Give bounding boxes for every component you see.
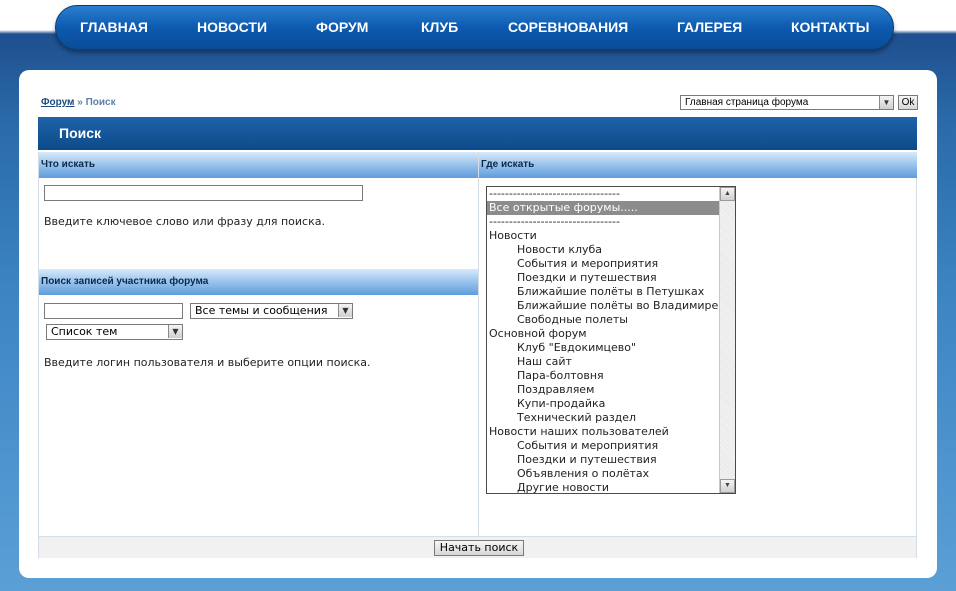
start-search-button[interactable]: Начать поиск <box>434 540 524 556</box>
forum-list-item[interactable]: События и мероприятия <box>487 257 735 271</box>
forum-list-item[interactable]: Поездки и путешествия <box>487 453 735 467</box>
member-search-header: Поиск записей участника форума <box>39 269 478 295</box>
chevron-down-icon[interactable]: ▼ <box>338 304 352 317</box>
where-to-search-header: Где искать <box>479 152 917 178</box>
nav-item-competitions[interactable]: СОРЕВНОВАНИЯ <box>508 19 628 35</box>
member-hint: Введите логин пользователя и выберите оп… <box>44 356 371 369</box>
forum-list-item[interactable]: Основной форум <box>487 327 735 341</box>
jump-ok-button[interactable]: Ok <box>898 95 918 110</box>
forum-list-item[interactable]: Новости <box>487 229 735 243</box>
forum-list: --------------------------------- Все отк… <box>487 187 735 493</box>
forum-list-item[interactable]: --------------------------------- <box>487 215 735 229</box>
forum-list-item[interactable]: Клуб "Евдокимцево" <box>487 341 735 355</box>
main-panel: Форум » Поиск Главная страница форума ▼ … <box>19 70 937 578</box>
forum-list-item[interactable]: Новости наших пользователей <box>487 425 735 439</box>
chevron-down-icon[interactable]: ▼ <box>879 96 893 109</box>
nav-item-home[interactable]: ГЛАВНАЯ <box>80 19 148 35</box>
post-scope-selected: Все темы и сообщения <box>195 304 328 317</box>
form-footer: Начать поиск <box>39 536 916 558</box>
forum-list-item[interactable]: --------------------------------- <box>487 187 735 201</box>
forum-list-item[interactable]: Купи-продайка <box>487 397 735 411</box>
forum-list-item[interactable]: Все открытые форумы..... <box>487 201 719 215</box>
page-title: Поиск <box>38 117 917 150</box>
post-scope-select[interactable]: Все темы и сообщения ▼ <box>190 303 353 319</box>
nav-item-news[interactable]: НОВОСТИ <box>197 19 267 35</box>
breadcrumb-forum-link[interactable]: Форум <box>41 97 74 108</box>
forum-list-item[interactable]: Свободные полеты <box>487 313 735 327</box>
forum-list-item[interactable]: Другие новости <box>487 481 735 493</box>
forum-list-item[interactable]: Пара-болтовня <box>487 369 735 383</box>
right-column: Где искать -----------------------------… <box>478 152 917 536</box>
forum-jump-selected: Главная страница форума <box>685 97 809 108</box>
forum-list-item[interactable]: Технический раздел <box>487 411 735 425</box>
breadcrumb-current: Поиск <box>85 97 116 108</box>
breadcrumb: Форум » Поиск <box>41 97 116 108</box>
username-input[interactable] <box>44 303 183 319</box>
forum-list-item[interactable]: События и мероприятия <box>487 439 735 453</box>
forum-list-item[interactable]: Поздравляем <box>487 383 735 397</box>
scroll-up-icon[interactable]: ▲ <box>720 187 735 201</box>
search-form: Что искать Введите ключевое слово или фр… <box>38 152 917 558</box>
nav-item-forum[interactable]: ФОРУМ <box>316 19 368 35</box>
forum-list-item[interactable]: Новости клуба <box>487 243 735 257</box>
top-navigation: ГЛАВНАЯ НОВОСТИ ФОРУМ КЛУБ СОРЕВНОВАНИЯ … <box>55 5 894 50</box>
result-display-selected: Список тем <box>51 325 118 338</box>
breadcrumb-separator: » <box>77 97 83 108</box>
scroll-down-icon[interactable]: ▼ <box>720 479 735 493</box>
nav-item-contacts[interactable]: КОНТАКТЫ <box>791 19 869 35</box>
result-display-select[interactable]: Список тем ▼ <box>46 324 183 340</box>
forum-list-item[interactable]: Объявления о полётах <box>487 467 735 481</box>
forum-jump-select[interactable]: Главная страница форума ▼ <box>680 95 894 110</box>
nav-item-club[interactable]: КЛУБ <box>421 19 458 35</box>
forum-list-item[interactable]: Поездки и путешествия <box>487 271 735 285</box>
keyword-hint: Введите ключевое слово или фразу для пои… <box>44 215 325 228</box>
forum-list-item[interactable]: Ближайшие полёты в Петушках <box>487 285 735 299</box>
what-to-search-header: Что искать <box>39 152 478 178</box>
nav-item-gallery[interactable]: ГАЛЕРЕЯ <box>677 19 742 35</box>
forum-list-item[interactable]: Наш сайт <box>487 355 735 369</box>
keyword-input[interactable] <box>44 185 363 201</box>
left-column: Что искать Введите ключевое слово или фр… <box>39 152 478 536</box>
forum-list-item[interactable]: Ближайшие полёты во Владимире <box>487 299 735 313</box>
listbox-scrollbar[interactable]: ▲ ▼ <box>719 187 735 493</box>
chevron-down-icon[interactable]: ▼ <box>168 325 182 338</box>
forum-listbox[interactable]: --------------------------------- Все отк… <box>486 186 736 494</box>
